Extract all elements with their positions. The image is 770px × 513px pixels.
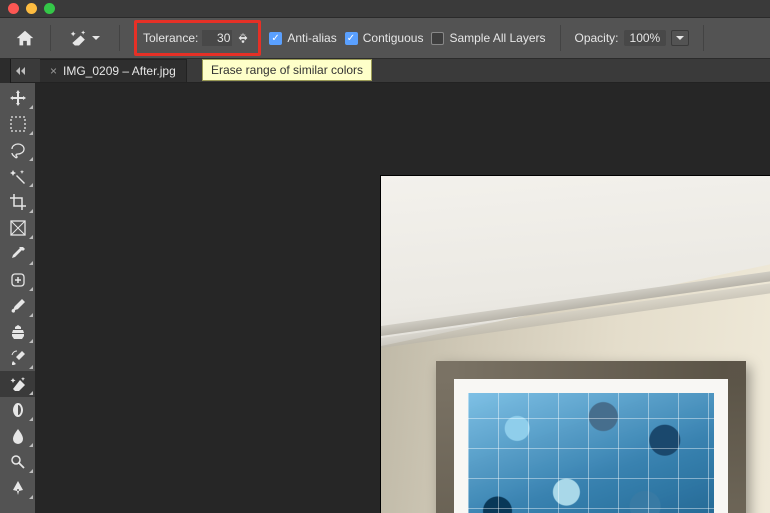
separator bbox=[50, 25, 51, 51]
opacity-value-field[interactable]: 100% bbox=[624, 30, 667, 46]
document-tab[interactable]: × IMG_0209 – After.jpg bbox=[40, 59, 187, 82]
crop-tool[interactable] bbox=[0, 189, 35, 215]
window-maximize-button[interactable] bbox=[44, 3, 55, 14]
healing-brush-tool[interactable] bbox=[0, 267, 35, 293]
tolerance-tooltip: Erase range of similar colors bbox=[202, 59, 372, 81]
document-artboard bbox=[381, 176, 770, 513]
magic-eraser-tool[interactable] bbox=[0, 371, 35, 397]
anti-alias-label: Anti-alias bbox=[287, 31, 336, 45]
opacity-value: 100% bbox=[630, 31, 661, 45]
tolerance-label: Tolerance: bbox=[143, 31, 198, 45]
anti-alias-input[interactable] bbox=[269, 32, 282, 45]
gradient-tool[interactable] bbox=[0, 397, 35, 423]
toolbox bbox=[0, 83, 35, 513]
separator bbox=[560, 25, 561, 51]
chevron-down-icon bbox=[91, 33, 101, 43]
separator bbox=[119, 25, 120, 51]
opacity-dropdown-button[interactable] bbox=[671, 30, 689, 46]
dodge-tool[interactable] bbox=[0, 449, 35, 475]
brush-tool[interactable] bbox=[0, 293, 35, 319]
opacity-group: Opacity: 100% bbox=[575, 30, 690, 46]
chevron-down-icon bbox=[675, 33, 685, 43]
canvas-area[interactable] bbox=[35, 83, 770, 513]
blur-tool[interactable] bbox=[0, 423, 35, 449]
eyedropper-tool[interactable] bbox=[0, 241, 35, 267]
contiguous-input[interactable] bbox=[345, 32, 358, 45]
document-tab-name: IMG_0209 – After.jpg bbox=[63, 64, 176, 78]
window-close-button[interactable] bbox=[8, 3, 19, 14]
magic-wand-tool[interactable] bbox=[0, 163, 35, 189]
separator bbox=[703, 25, 704, 51]
sample-all-layers-label: Sample All Layers bbox=[449, 31, 545, 45]
options-bar: Tolerance: Anti-alias Contiguous Sample … bbox=[0, 18, 770, 59]
anti-alias-checkbox[interactable]: Anti-alias bbox=[269, 31, 336, 45]
scrubby-slider-icon[interactable] bbox=[236, 31, 250, 45]
image-frame-artwork bbox=[468, 393, 714, 513]
history-brush-tool[interactable] bbox=[0, 345, 35, 371]
document-tabs: × IMG_0209 – After.jpg bbox=[0, 59, 770, 83]
contiguous-checkbox[interactable]: Contiguous bbox=[345, 31, 424, 45]
opacity-label: Opacity: bbox=[575, 31, 619, 45]
current-tool-indicator[interactable] bbox=[65, 26, 105, 50]
window-titlebar bbox=[0, 0, 770, 18]
sample-all-layers-checkbox[interactable]: Sample All Layers bbox=[431, 31, 545, 45]
home-button[interactable] bbox=[14, 28, 36, 48]
toolbox-collapse-button[interactable] bbox=[11, 59, 35, 83]
window-minimize-button[interactable] bbox=[26, 3, 37, 14]
pen-tool[interactable] bbox=[0, 475, 35, 501]
tolerance-group: Tolerance: bbox=[134, 20, 261, 56]
image-picture-frame bbox=[436, 361, 746, 513]
frame-tool[interactable] bbox=[0, 215, 35, 241]
sample-all-layers-input[interactable] bbox=[431, 32, 444, 45]
move-tool[interactable] bbox=[0, 85, 35, 111]
magic-eraser-icon bbox=[69, 28, 89, 48]
contiguous-label: Contiguous bbox=[363, 31, 424, 45]
clone-stamp-tool[interactable] bbox=[0, 319, 35, 345]
tolerance-input[interactable] bbox=[202, 30, 232, 46]
close-tab-icon[interactable]: × bbox=[50, 64, 57, 78]
marquee-tool[interactable] bbox=[0, 111, 35, 137]
lasso-tool[interactable] bbox=[0, 137, 35, 163]
